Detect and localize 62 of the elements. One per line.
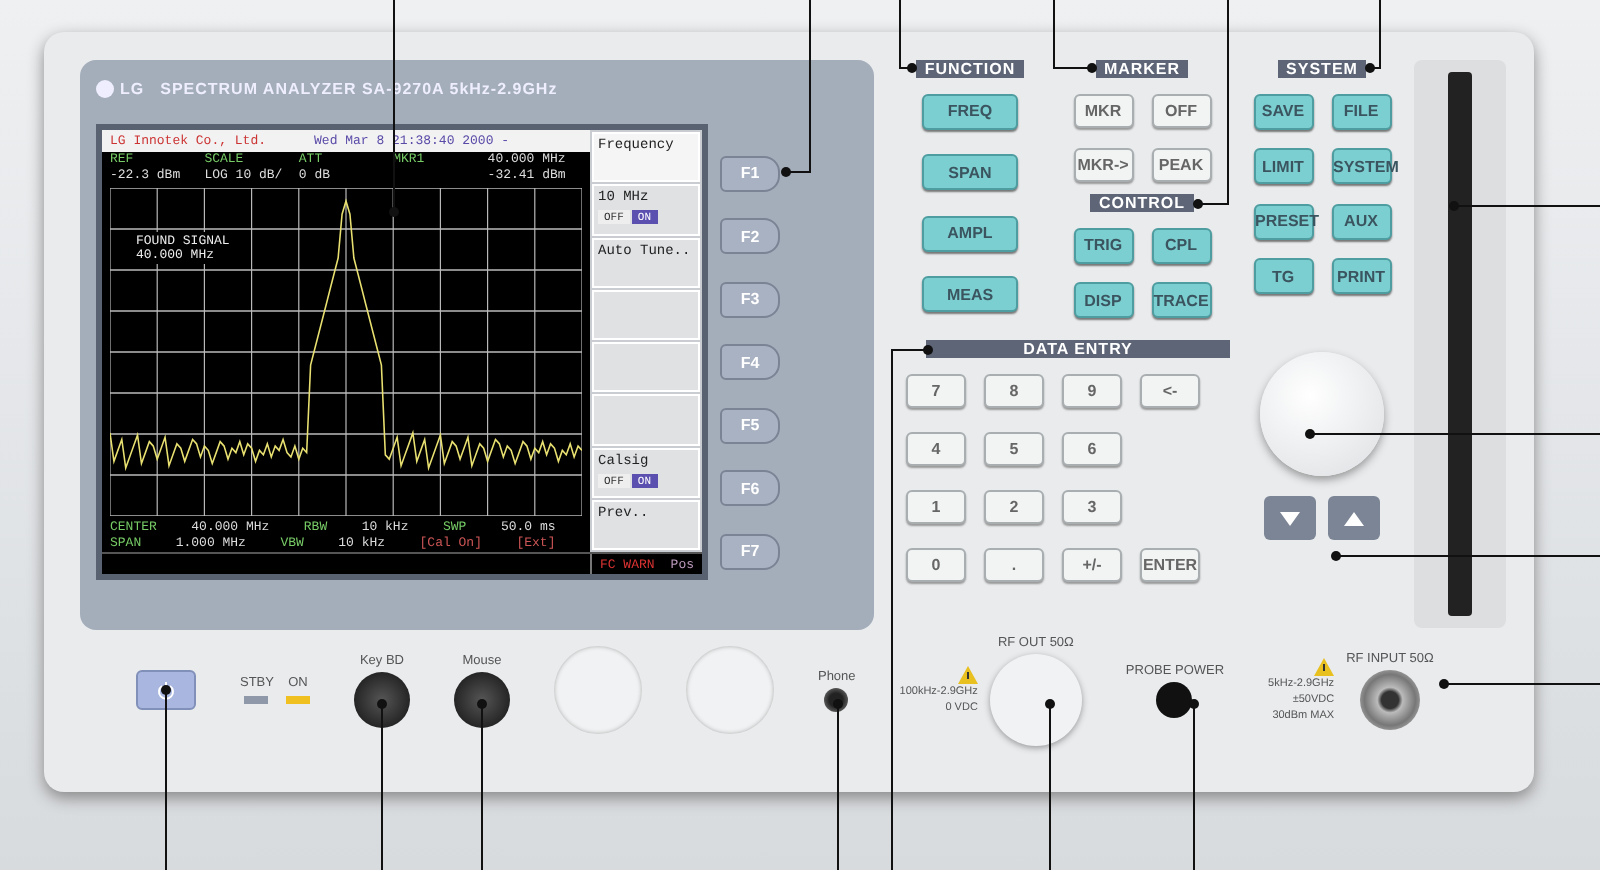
softkey-panel[interactable] bbox=[592, 342, 700, 393]
down-arrow-icon bbox=[1280, 511, 1300, 525]
panel-key[interactable]: OFF bbox=[1151, 94, 1211, 128]
keypad-key[interactable]: 9 bbox=[1062, 374, 1122, 408]
leader-line bbox=[899, 0, 917, 73]
panel-key[interactable]: FILE bbox=[1331, 93, 1391, 129]
blank-cover bbox=[685, 646, 774, 734]
rotary-knob[interactable] bbox=[1260, 352, 1384, 476]
disk-slot[interactable] bbox=[1448, 72, 1472, 616]
keypad-key[interactable]: 3 bbox=[1062, 490, 1122, 524]
section-header: CONTROL bbox=[1090, 194, 1194, 212]
panel-key[interactable]: AUX bbox=[1331, 203, 1391, 239]
softkey-panel[interactable] bbox=[592, 289, 700, 340]
panel-key[interactable]: MKR bbox=[1073, 94, 1133, 128]
section-header: FUNCTION bbox=[916, 60, 1024, 78]
keyboard-port bbox=[353, 671, 410, 727]
panel-key[interactable]: CPL bbox=[1151, 227, 1211, 263]
keypad-key[interactable]: 6 bbox=[1062, 432, 1122, 466]
panel-key[interactable]: TRACE bbox=[1151, 282, 1211, 318]
keypad-key[interactable]: 5 bbox=[984, 432, 1044, 466]
rf-output-port bbox=[989, 653, 1082, 745]
warning-icon bbox=[957, 665, 978, 683]
probe-power-socket bbox=[1156, 681, 1193, 717]
panel-key[interactable]: SAVE bbox=[1253, 93, 1313, 129]
panel-key[interactable]: SPAN bbox=[922, 154, 1018, 190]
keypad-key[interactable]: +/- bbox=[1062, 548, 1122, 582]
keypad-key[interactable]: 8 bbox=[984, 374, 1044, 408]
keypad-key[interactable]: 2 bbox=[984, 490, 1044, 524]
panel-key[interactable]: TRIG bbox=[1073, 227, 1133, 263]
keypad-key[interactable]: 0 bbox=[906, 548, 966, 582]
keypad-key[interactable]: 4 bbox=[906, 432, 966, 466]
leader-line bbox=[1365, 0, 1381, 73]
leader-line bbox=[1053, 0, 1097, 73]
section-header: DATA ENTRY bbox=[926, 340, 1230, 358]
rf-input-connector bbox=[1359, 669, 1420, 729]
logo-icon bbox=[96, 79, 114, 97]
warning-icon bbox=[1314, 657, 1335, 675]
panel-key[interactable]: PRINT bbox=[1331, 258, 1391, 294]
section-header: SYSTEM bbox=[1278, 60, 1366, 78]
softkey-panel[interactable] bbox=[592, 394, 700, 445]
keypad-key[interactable]: <- bbox=[1140, 374, 1200, 408]
keypad-key[interactable]: 7 bbox=[906, 374, 966, 408]
mouse-port bbox=[453, 671, 510, 727]
panel-key[interactable]: MEAS bbox=[922, 276, 1018, 312]
power-icon bbox=[156, 680, 176, 700]
section-header: MARKER bbox=[1095, 60, 1189, 78]
panel-key[interactable]: PEAK bbox=[1151, 148, 1211, 182]
panel-key[interactable]: LIMIT bbox=[1253, 148, 1313, 184]
panel-key[interactable]: AMPL bbox=[922, 215, 1018, 251]
keypad-key[interactable]: ENTER bbox=[1140, 548, 1200, 582]
power-button[interactable] bbox=[136, 670, 196, 710]
brand-label: LG bbox=[120, 79, 145, 97]
panel-key[interactable]: FREQ bbox=[922, 93, 1018, 129]
step-down-button[interactable] bbox=[1264, 496, 1316, 540]
panel-key[interactable]: DISP bbox=[1073, 282, 1133, 318]
keypad-key[interactable]: . bbox=[984, 548, 1044, 582]
panel-key[interactable]: TG bbox=[1253, 258, 1313, 294]
step-up-button[interactable] bbox=[1328, 496, 1380, 540]
blank-cover bbox=[553, 646, 642, 734]
panel-key[interactable]: MKR-> bbox=[1073, 148, 1133, 182]
keypad-key[interactable]: 1 bbox=[906, 490, 966, 524]
up-arrow-icon bbox=[1344, 511, 1364, 525]
